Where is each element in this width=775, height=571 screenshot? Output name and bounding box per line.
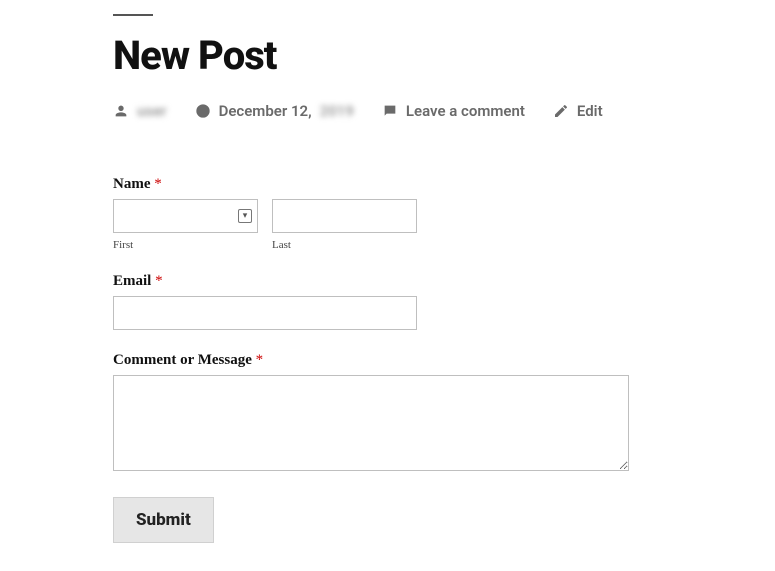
message-label: Comment or Message * [113,352,629,369]
email-input[interactable] [113,296,417,330]
first-name-input[interactable] [113,199,258,233]
pencil-icon [553,103,569,119]
page-title: New Post [113,34,775,78]
post-author: user [137,102,167,120]
post-date-prefix: December 12, [219,102,312,120]
first-name-sublabel: First [113,239,258,251]
clock-icon [195,103,211,119]
required-marker: * [256,352,264,368]
message-field: Comment or Message * [113,352,629,475]
comment-icon [382,103,398,119]
edit-link[interactable]: Edit [577,102,603,120]
submit-button[interactable]: Submit [113,497,214,543]
email-label: Email * [113,273,629,290]
name-label: Name * [113,176,629,193]
leave-comment-link[interactable]: Leave a comment [406,102,525,120]
post-meta: user December 12, 2019 Leave a comment E… [113,102,775,120]
contact-form: Name * ▾ First Last Email [113,176,629,543]
name-field: Name * ▾ First Last [113,176,629,251]
last-name-input[interactable] [272,199,417,233]
required-marker: * [155,273,163,289]
autofill-contact-icon[interactable]: ▾ [238,209,252,223]
email-field: Email * [113,273,629,330]
last-name-sublabel: Last [272,239,417,251]
required-marker: * [154,176,162,192]
message-textarea[interactable] [113,375,629,471]
header-rule [113,14,153,16]
post-date-year: 2019 [320,102,354,120]
person-icon [113,103,129,119]
